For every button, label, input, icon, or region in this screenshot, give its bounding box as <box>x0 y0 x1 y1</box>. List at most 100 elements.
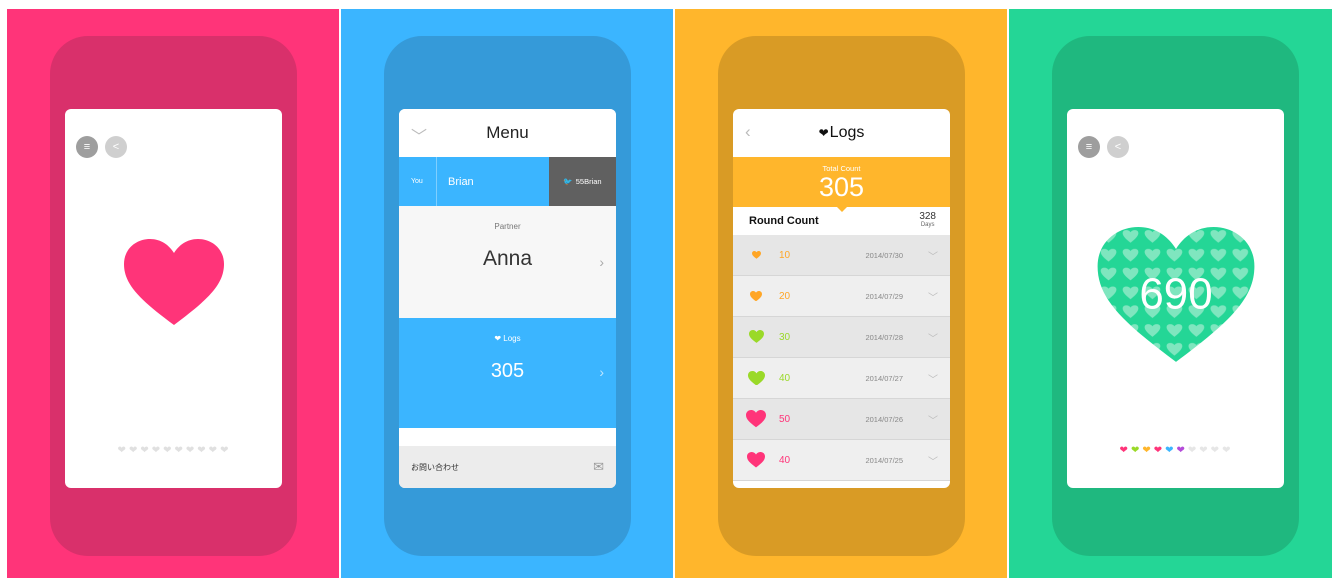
log-date: 2014/07/29 <box>865 291 903 301</box>
back-icon[interactable]: ‹ <box>745 122 751 142</box>
progress-heart-icon: ❤ <box>140 445 150 456</box>
partner-section[interactable]: Partner Anna › <box>399 206 616 318</box>
progress-heart-icon: ❤ <box>1153 445 1164 456</box>
phone-screen: ﹀ Menu You Brian 🐦 55Brian Partner Anna … <box>399 109 616 488</box>
log-row[interactable]: 50 2014/07/26 ﹀ <box>733 399 950 440</box>
contact-row[interactable]: お問い合わせ ✉ <box>399 446 616 488</box>
heart-icon <box>733 410 779 428</box>
heart-icon[interactable] <box>121 239 227 327</box>
log-row[interactable]: 30 2014/07/28 ﹀ <box>733 317 950 358</box>
phone-screen: ≡ < ❤ ❤ ❤ ❤ ❤ ❤ ❤ ❤ ❤ ❤ <box>65 109 282 488</box>
logs-section[interactable]: ❤ Logs 305 › <box>399 318 616 428</box>
phone-frame: ‹ ❤ Logs Total Count 305 Round Count 328… <box>718 36 965 556</box>
twitter-handle: 55Brian <box>575 177 602 186</box>
days-counter: 328 Days <box>919 212 936 230</box>
progress-heart-icon: ❤ <box>1187 445 1198 456</box>
count-value: 690 <box>1139 270 1212 319</box>
progress-heart-icon: ❤ <box>1142 445 1152 456</box>
partner-name: Anna <box>482 247 533 270</box>
user-name: Brian <box>448 175 474 188</box>
heart-panel: ≡ < ❤ ❤ ❤ ❤ ❤ ❤ ❤ ❤ ❤ ❤ <box>7 9 339 578</box>
progress-heart-icon: ❤ <box>1176 445 1186 456</box>
progress-heart-icon: ❤ <box>1222 445 1232 456</box>
progress-heart-icon: ❤ <box>208 445 219 456</box>
log-count: 50 <box>779 413 791 425</box>
mail-icon: ✉ <box>593 459 604 474</box>
twitter-icon: 🐦 <box>563 177 573 186</box>
heart-title-icon: ❤ <box>818 126 829 140</box>
progress-heart-icon: ❤ <box>163 445 173 456</box>
menu-panel: ﹀ Menu You Brian 🐦 55Brian Partner Anna … <box>341 9 673 578</box>
total-notch <box>837 207 847 212</box>
share-icon: < <box>112 141 120 153</box>
share-button[interactable]: < <box>105 136 127 158</box>
log-count: 10 <box>779 249 791 261</box>
twitter-account[interactable]: 🐦 55Brian <box>549 157 616 206</box>
heart-icon <box>733 290 779 302</box>
progress-heart-icon: ❤ <box>1165 445 1175 456</box>
log-row[interactable]: 10 2014/07/30 ﹀ <box>733 235 950 276</box>
log-count: 30 <box>779 331 791 343</box>
heart-progress: ❤ ❤ ❤ ❤ ❤ ❤ ❤ ❤ ❤ ❤ <box>65 445 282 456</box>
contact-label: お問い合わせ <box>411 462 459 472</box>
progress-heart-icon: ❤ <box>117 445 127 456</box>
logs-count: 305 <box>490 360 525 382</box>
phone-frame: ≡ < ❤ ❤ ❤ ❤ ❤ ❤ ❤ ❤ ❤ ❤ <box>50 36 297 556</box>
chevron-right-icon: › <box>599 364 604 380</box>
total-value: 305 <box>818 172 865 202</box>
menu-button[interactable]: ≡ <box>1078 136 1100 158</box>
heart-icon <box>733 251 779 259</box>
menu-header: ﹀ Menu <box>399 109 616 157</box>
logs-header: ‹ ❤ Logs <box>733 109 950 157</box>
log-date: 2014/07/26 <box>865 414 903 424</box>
progress-heart-icon: ❤ <box>185 445 196 456</box>
log-list: 10 2014/07/30 ﹀ 20 2014/07/29 ﹀ 30 2014/07/28 ﹀ 4… <box>733 235 950 481</box>
menu-button[interactable]: ≡ <box>76 136 98 158</box>
log-row[interactable]: 20 2014/07/29 ﹀ <box>733 276 950 317</box>
log-count: 20 <box>779 290 791 302</box>
menu-icon: ≡ <box>83 141 91 153</box>
log-date: 2014/07/27 <box>865 373 903 383</box>
heart-icon <box>733 370 779 386</box>
count-heart[interactable]: 690 <box>1094 227 1258 365</box>
progress-heart-icon: ❤ <box>1210 445 1221 456</box>
menu-icon: ≡ <box>1085 141 1093 153</box>
days-value: 328 <box>919 211 936 222</box>
phone-screen: ≡ < 690 ❤ ❤ ❤ ❤ ❤ ❤ ❤ ❤ ❤ ❤ <box>1067 109 1284 488</box>
chevron-down-icon[interactable]: ﹀ <box>928 289 938 304</box>
log-count: 40 <box>779 372 791 384</box>
share-button[interactable]: < <box>1107 136 1129 158</box>
color-progress: ❤ ❤ ❤ ❤ ❤ ❤ ❤ ❤ ❤ ❤ <box>1067 445 1284 456</box>
count-panel: ≡ < 690 ❤ ❤ ❤ ❤ ❤ ❤ ❤ ❤ ❤ ❤ <box>1009 9 1332 578</box>
log-row[interactable]: 40 2014/07/27 ﹀ <box>733 358 950 399</box>
partner-label: Partner <box>494 222 521 231</box>
chevron-down-icon[interactable]: ﹀ <box>928 453 938 468</box>
progress-heart-icon: ❤ <box>1130 445 1141 456</box>
round-label: Round Count <box>749 215 819 227</box>
chevron-down-icon[interactable]: ﹀ <box>928 412 938 427</box>
heart-icon <box>733 330 779 344</box>
you-label: You <box>399 157 437 206</box>
chevron-down-icon[interactable]: ﹀ <box>928 330 938 345</box>
user-info[interactable]: You Brian <box>399 157 549 206</box>
log-date: 2014/07/30 <box>865 250 903 260</box>
progress-heart-icon: ❤ <box>1199 445 1209 456</box>
log-date: 2014/07/28 <box>865 332 903 342</box>
chevron-down-icon[interactable]: ﹀ <box>928 248 938 263</box>
share-icon: < <box>1114 141 1122 153</box>
menu-title: Menu <box>486 123 529 142</box>
phone-frame: ≡ < 690 ❤ ❤ ❤ ❤ ❤ ❤ ❤ ❤ ❤ ❤ <box>1052 36 1299 556</box>
logs-panel: ‹ ❤ Logs Total Count 305 Round Count 328… <box>675 9 1007 578</box>
chevron-down-icon[interactable]: ﹀ <box>411 123 427 147</box>
progress-heart-icon: ❤ <box>128 445 139 456</box>
log-row[interactable]: 40 2014/07/25 ﹀ <box>733 440 950 481</box>
progress-heart-icon: ❤ <box>151 445 162 456</box>
logs-label-wrap: ❤ Logs <box>399 334 616 343</box>
chevron-down-icon[interactable]: ﹀ <box>928 371 938 386</box>
progress-heart-icon: ❤ <box>197 445 207 456</box>
heart-small-icon: ❤ <box>494 334 502 343</box>
user-bar: You Brian 🐦 55Brian <box>399 157 616 206</box>
chevron-right-icon: › <box>599 254 604 270</box>
log-count: 40 <box>779 454 791 466</box>
total-count: Total Count 305 <box>733 157 950 207</box>
